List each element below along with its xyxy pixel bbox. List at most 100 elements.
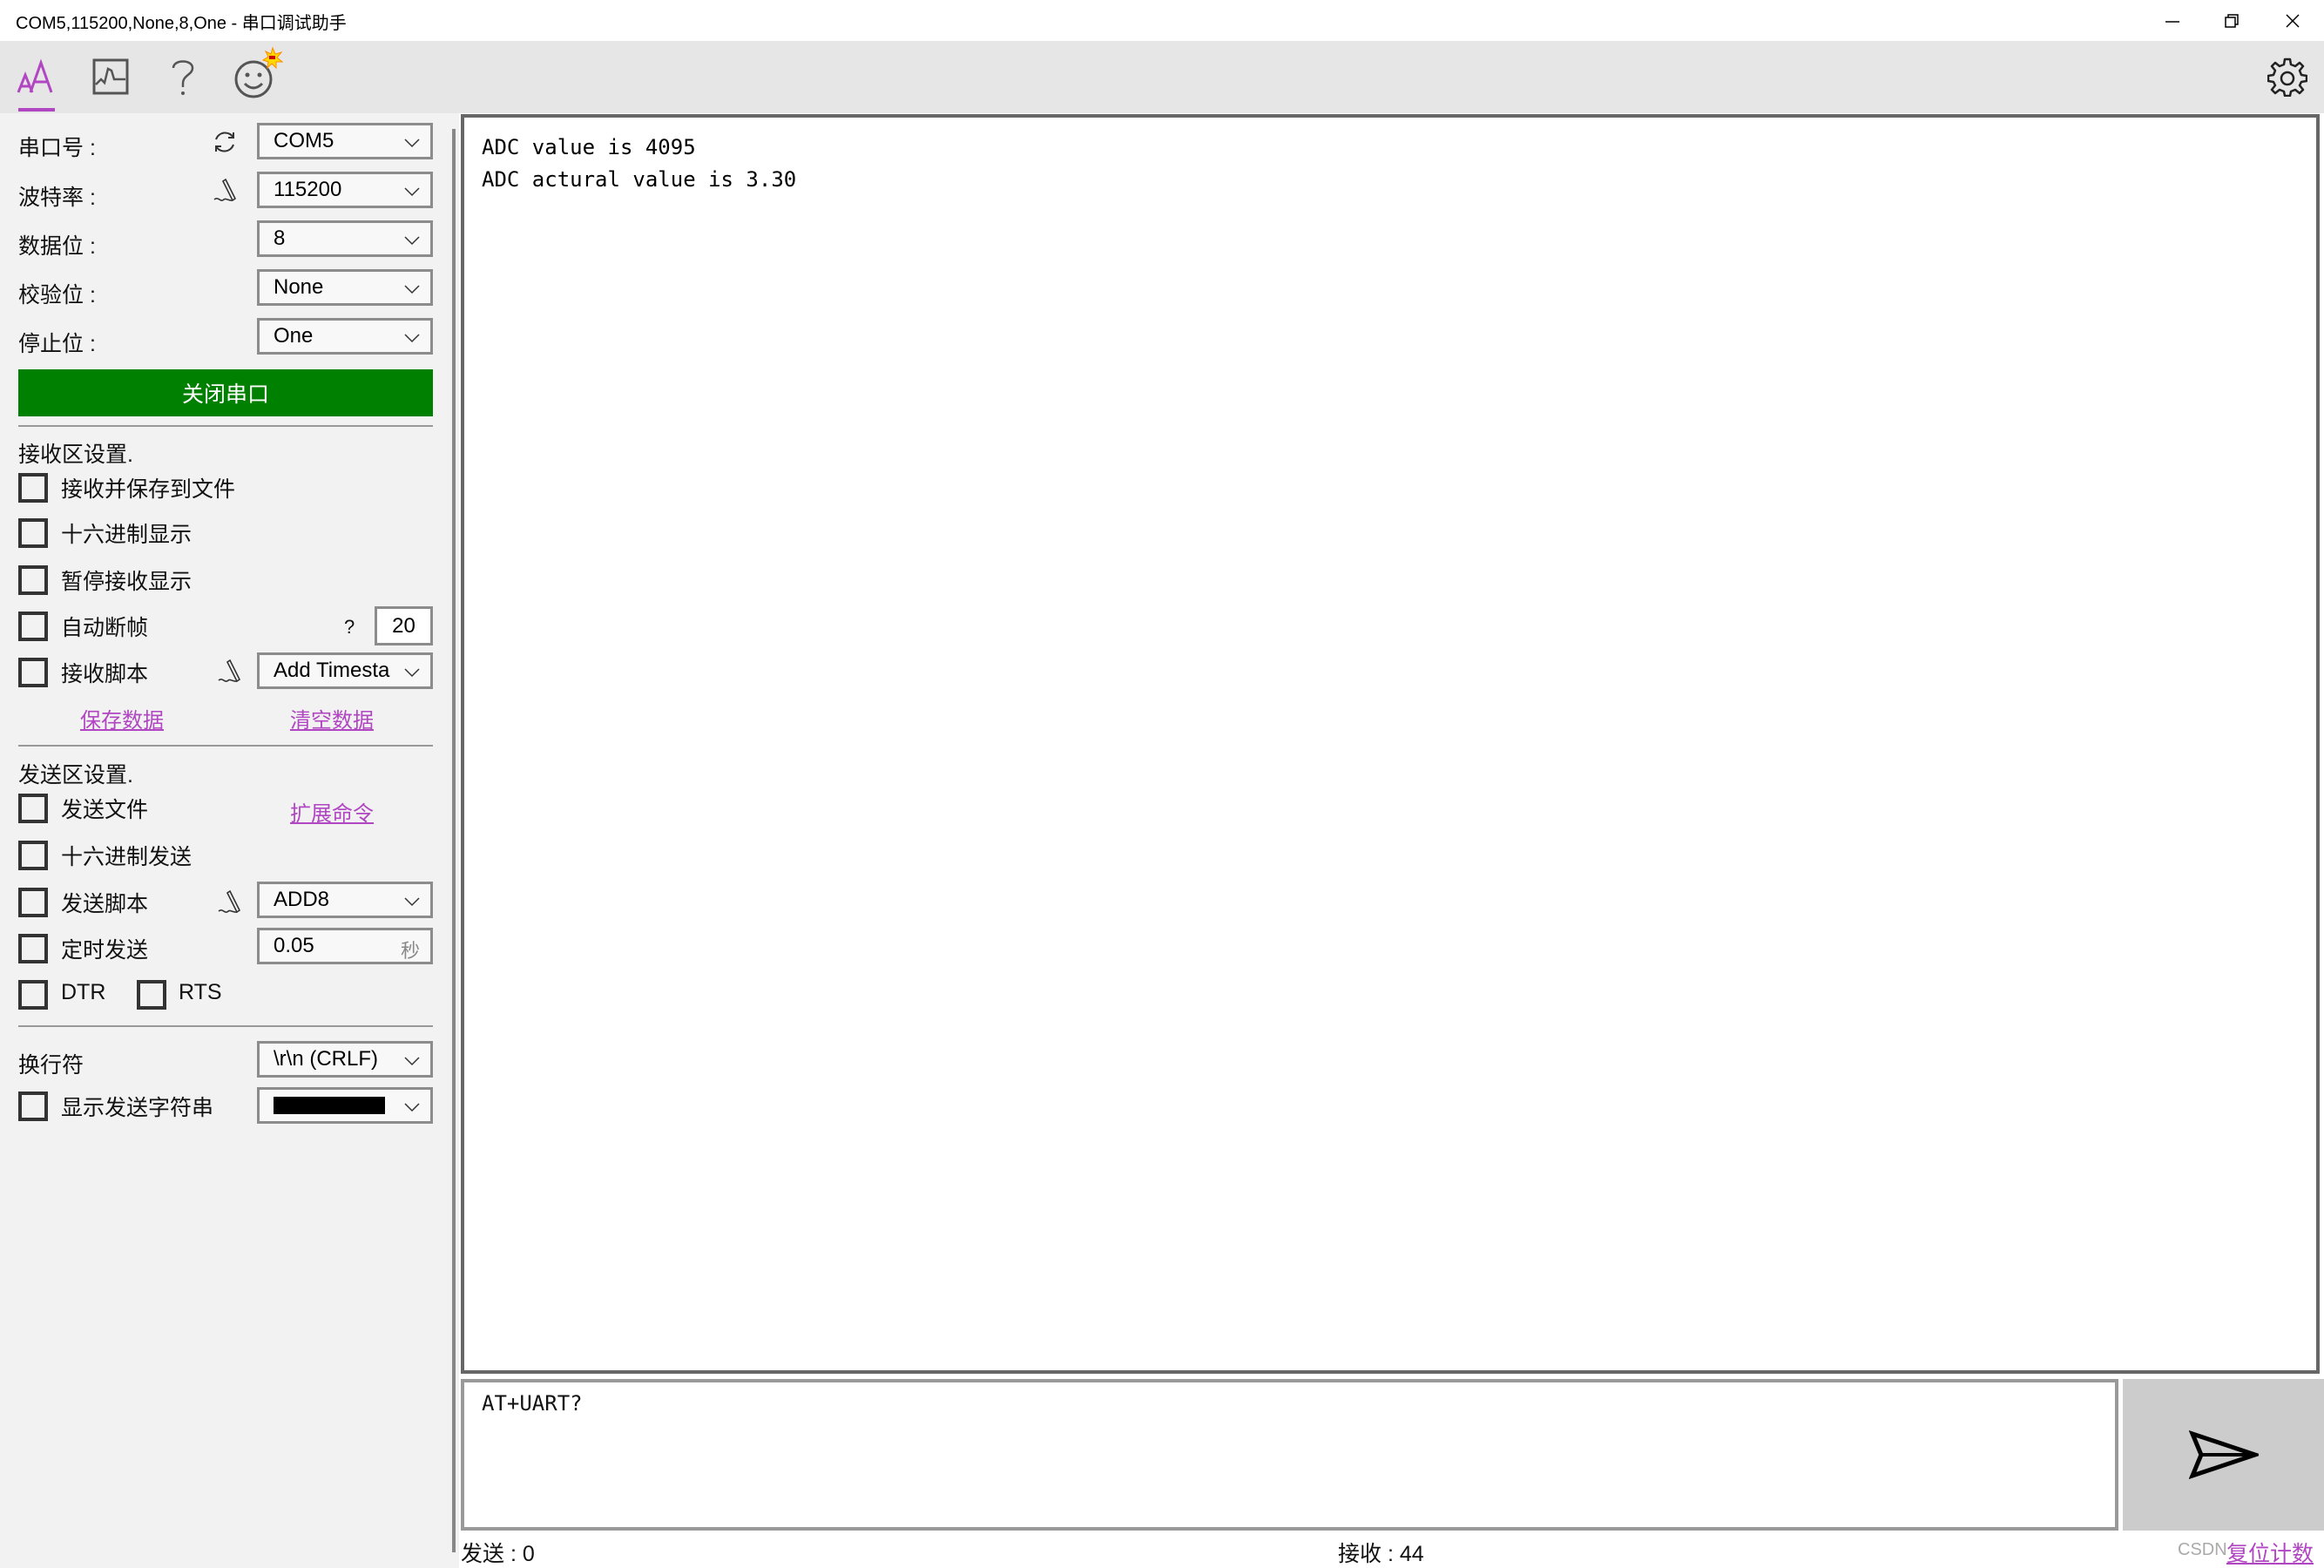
chevron-down-icon bbox=[404, 139, 420, 148]
receive-script-label: 接收脚本 bbox=[61, 662, 149, 686]
receive-script-edit-button[interactable] bbox=[218, 658, 242, 692]
pen-icon bbox=[218, 889, 241, 914]
pen-icon bbox=[218, 659, 241, 683]
window-title: COM5,115200,None,8,One - 串口调试助手 bbox=[16, 14, 347, 33]
restore-button[interactable] bbox=[2202, 0, 2261, 41]
close-icon bbox=[2286, 13, 2300, 28]
chart-icon bbox=[92, 58, 129, 95]
refresh-ports-button[interactable] bbox=[212, 129, 238, 159]
chevron-down-icon bbox=[404, 334, 420, 343]
question-icon bbox=[172, 60, 194, 95]
chevron-down-icon bbox=[404, 897, 420, 907]
minimize-button[interactable] bbox=[2143, 0, 2202, 41]
refresh-icon bbox=[215, 132, 234, 152]
stopbits-label: 停止位 : bbox=[18, 332, 96, 356]
rts-label: RTS bbox=[179, 980, 222, 1004]
baud-label: 波特率 : bbox=[18, 186, 96, 210]
received-count: 接收 : 44 bbox=[1338, 1542, 1424, 1566]
close-button[interactable] bbox=[2263, 0, 2322, 41]
send-file-label: 发送文件 bbox=[61, 798, 149, 822]
pause-display-checkbox[interactable] bbox=[18, 565, 48, 595]
hex-send-label: 十六进制发送 bbox=[61, 845, 193, 869]
port-label: 串口号 : bbox=[18, 136, 96, 160]
seconds-unit: 秒 bbox=[400, 940, 420, 962]
timed-send-label: 定时发送 bbox=[61, 938, 149, 963]
databits-select-value: 8 bbox=[274, 226, 286, 250]
tab-help[interactable] bbox=[161, 53, 205, 100]
hex-display-label: 十六进制显示 bbox=[61, 523, 193, 547]
panel-scrollbar[interactable] bbox=[452, 129, 456, 1552]
rts-checkbox[interactable] bbox=[137, 980, 166, 1010]
timed-send-interval-value: 0.05 bbox=[274, 934, 314, 957]
receive-script-checkbox[interactable] bbox=[18, 658, 48, 687]
chevron-down-icon bbox=[404, 236, 420, 246]
baud-select[interactable]: 115200 bbox=[257, 172, 433, 208]
pause-display-label: 暂停接收显示 bbox=[61, 570, 193, 594]
minimize-icon bbox=[2165, 20, 2179, 23]
timed-send-interval-input[interactable]: 0.05 秒 bbox=[257, 928, 433, 964]
font-size-icon bbox=[17, 58, 53, 93]
baud-edit-button[interactable] bbox=[213, 177, 238, 211]
chevron-down-icon bbox=[404, 1103, 420, 1112]
newline-select-value: \r\n (CRLF) bbox=[274, 1047, 378, 1071]
active-tab-indicator bbox=[18, 108, 55, 112]
send-icon bbox=[2188, 1430, 2259, 1479]
show-sent-checkbox[interactable] bbox=[18, 1092, 48, 1121]
dtr-checkbox[interactable] bbox=[18, 980, 48, 1010]
send-script-edit-button[interactable] bbox=[218, 889, 242, 923]
settings-button[interactable] bbox=[2263, 53, 2312, 100]
auto-frame-help[interactable]: ? bbox=[344, 616, 355, 639]
auto-frame-timeout-input[interactable]: 20 bbox=[375, 606, 433, 645]
receive-area[interactable]: ADC value is 4095 ADC actural value is 3… bbox=[461, 114, 2320, 1374]
save-data-link[interactable]: 保存数据 bbox=[80, 703, 164, 733]
reset-count-link[interactable]: 复位计数 bbox=[2226, 1537, 2314, 1568]
tab-chart-mode[interactable] bbox=[89, 53, 132, 100]
sent-count: 发送 : 0 bbox=[461, 1542, 535, 1566]
hex-display-checkbox[interactable] bbox=[18, 518, 48, 548]
receive-script-select-value: Add Timesta bbox=[274, 659, 390, 682]
title-bar: COM5,115200,None,8,One - 串口调试助手 bbox=[0, 0, 2324, 41]
sent-text-color-select[interactable] bbox=[257, 1087, 433, 1124]
send-button[interactable] bbox=[2123, 1379, 2324, 1531]
chevron-down-icon bbox=[404, 668, 420, 678]
send-script-checkbox[interactable] bbox=[18, 888, 48, 917]
chevron-down-icon bbox=[404, 187, 420, 197]
extended-commands-link[interactable]: 扩展命令 bbox=[290, 796, 374, 827]
auto-frame-checkbox[interactable] bbox=[18, 612, 48, 641]
send-script-select[interactable]: ADD8 bbox=[257, 882, 433, 918]
save-to-file-checkbox[interactable] bbox=[18, 473, 48, 503]
newline-label: 换行符 bbox=[18, 1053, 84, 1078]
timed-send-checkbox[interactable] bbox=[18, 934, 48, 963]
smiley-icon bbox=[234, 46, 283, 98]
toolbar bbox=[0, 41, 2324, 113]
tab-text-mode[interactable] bbox=[14, 53, 57, 100]
newline-select[interactable]: \r\n (CRLF) bbox=[257, 1041, 433, 1078]
parity-select[interactable]: None bbox=[257, 269, 433, 306]
auto-frame-label: 自动断帧 bbox=[61, 616, 149, 640]
stopbits-select[interactable]: One bbox=[257, 318, 433, 355]
divider bbox=[18, 745, 433, 747]
databits-select[interactable]: 8 bbox=[257, 220, 433, 257]
close-port-button[interactable]: 关闭串口 bbox=[18, 369, 433, 416]
port-select-value: COM5 bbox=[274, 129, 334, 152]
tab-feedback[interactable] bbox=[231, 44, 283, 105]
parity-label: 校验位 : bbox=[18, 283, 96, 308]
send-settings-heading: 发送区设置. bbox=[18, 763, 133, 787]
save-to-file-label: 接收并保存到文件 bbox=[61, 477, 236, 502]
send-script-label: 发送脚本 bbox=[61, 892, 149, 916]
receive-script-select[interactable]: Add Timesta bbox=[257, 652, 433, 689]
gear-icon bbox=[2267, 57, 2307, 97]
receive-line: ADC value is 4095 bbox=[482, 135, 696, 159]
show-sent-label: 显示发送字符串 bbox=[61, 1096, 214, 1120]
hex-send-checkbox[interactable] bbox=[18, 841, 48, 870]
parity-select-value: None bbox=[274, 275, 324, 299]
send-file-checkbox[interactable] bbox=[18, 794, 48, 823]
baud-select-value: 115200 bbox=[274, 178, 342, 201]
divider bbox=[18, 425, 433, 427]
pen-icon bbox=[213, 178, 237, 202]
port-select[interactable]: COM5 bbox=[257, 123, 433, 159]
chevron-down-icon bbox=[404, 285, 420, 294]
send-input[interactable]: AT+UART? bbox=[461, 1379, 2118, 1531]
watermark: CSDN bbox=[2178, 1540, 2227, 1559]
clear-data-link[interactable]: 清空数据 bbox=[290, 703, 374, 733]
